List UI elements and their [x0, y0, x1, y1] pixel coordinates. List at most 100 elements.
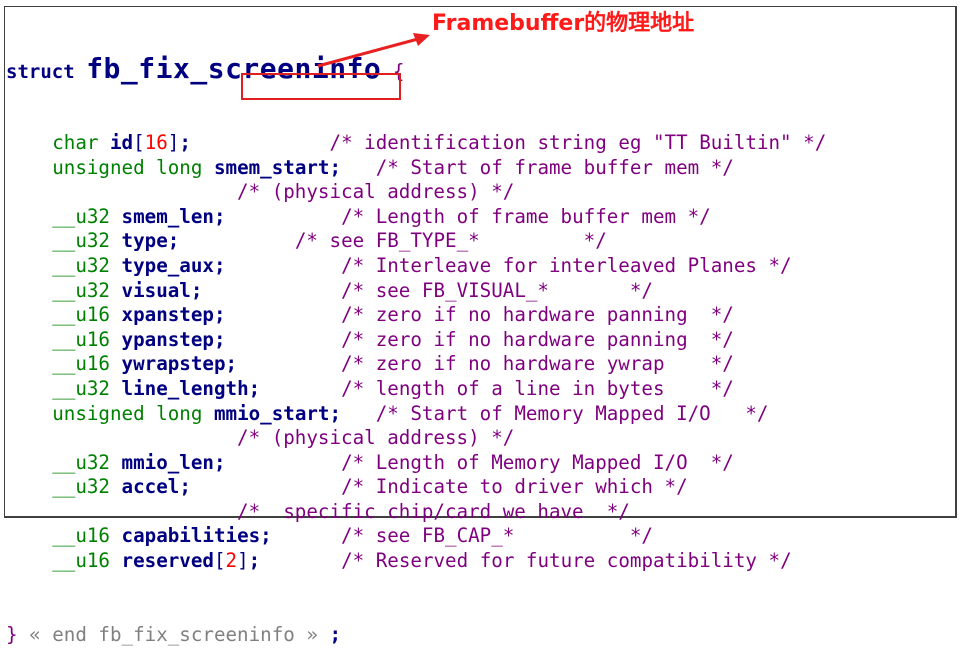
field-comment: /* zero if no hardware ywrap */ — [341, 352, 734, 376]
semicolon: ; — [190, 278, 203, 302]
semicolon: ; — [213, 327, 226, 351]
field-comment: /* identification string eg "TT Builtin"… — [329, 130, 827, 154]
semicolon: ; — [213, 253, 226, 277]
padding — [226, 328, 342, 351]
struct-keyword: struct — [6, 61, 75, 84]
array-size: 2 — [225, 549, 238, 573]
field-type: __u32 — [52, 475, 110, 499]
field-name: mmio_start — [213, 401, 330, 425]
array-size: 16 — [144, 130, 168, 154]
field-type: __u32 — [52, 253, 110, 277]
field-comment: /* see FB_CAP_* */ — [341, 524, 653, 548]
field-name: smem_len — [121, 204, 214, 228]
semicolon: ; — [225, 352, 238, 376]
semicolon: ; — [260, 524, 272, 548]
padding — [226, 205, 342, 228]
field-type: __u16 — [52, 352, 110, 376]
padding — [272, 524, 341, 547]
field-name: smem_start — [213, 155, 330, 179]
field-comment: /* see FB_TYPE_* */ — [294, 229, 607, 253]
semicolon: ; — [248, 549, 261, 573]
field-line-mmio-len: __u32 mmio_len; /* Length of Memory Mapp… — [6, 451, 826, 476]
field-name: type — [121, 229, 168, 253]
field-line-ypanstep: __u16 ypanstep; /* zero if no hardware p… — [6, 328, 826, 353]
field-comment: /* Indicate to driver which */ — [341, 475, 688, 499]
field-type: __u32 — [52, 204, 110, 228]
padding — [226, 254, 342, 277]
end-semicolon: ; — [329, 622, 342, 646]
field-name: visual — [121, 278, 191, 302]
padding — [341, 156, 376, 179]
field-type: __u32 — [52, 278, 110, 302]
comment-continuation-line: /* specific chip/card we have */ — [6, 500, 826, 525]
field-line-smem-start: unsigned long smem_start; /* Start of fr… — [6, 156, 826, 181]
field-line-line-length: __u32 line_length; /* length of a line i… — [6, 377, 826, 402]
field-name: accel — [121, 475, 180, 499]
field-name: ywrapstep — [121, 352, 226, 376]
struct-header-line: struct fb_fix_screeninfo { — [6, 55, 826, 84]
smem-start-highlight-box — [241, 73, 401, 100]
field-type: __u16 — [52, 549, 110, 573]
field-name: xpanstep — [121, 303, 214, 327]
field-name: ypanstep — [121, 327, 214, 351]
semicolon: ; — [179, 130, 191, 154]
comment-continuation-line: /* (physical address) */ — [6, 426, 826, 451]
field-name: id — [110, 130, 134, 154]
field-comment: /* Length of frame buffer mem */ — [341, 204, 711, 228]
field-type: unsigned long — [52, 401, 203, 425]
field-name: type_aux — [121, 253, 214, 277]
field-line-xpanstep: __u16 xpanstep; /* zero if no hardware p… — [6, 303, 826, 328]
field-comment: /* Reserved for future compatibility */ — [341, 549, 792, 573]
field-line-id: char id[16]; /* identification string eg… — [6, 131, 826, 156]
padding — [191, 131, 330, 154]
bracket-open: [ — [213, 549, 226, 573]
padding — [226, 303, 342, 326]
padding — [202, 279, 341, 302]
padding — [237, 352, 341, 375]
field-line-ywrapstep: __u16 ywrapstep; /* zero if no hardware … — [6, 352, 826, 377]
padding — [179, 229, 295, 252]
bracket-close: ] — [167, 130, 180, 154]
semicolon: ; — [213, 303, 226, 327]
field-comment: /* (physical address) */ — [237, 426, 515, 450]
field-type: char — [52, 130, 99, 154]
padding — [191, 475, 341, 498]
struct-fields: char id [16]; /* identification string eg… — [6, 131, 826, 574]
field-comment: /* Start of frame buffer mem */ — [375, 155, 734, 179]
semicolon: ; — [213, 450, 226, 474]
semicolon: ; — [329, 401, 342, 425]
field-type: __u32 — [52, 450, 110, 474]
field-name: line_length — [121, 376, 249, 400]
semicolon: ; — [213, 204, 226, 228]
field-type: __u16 — [52, 524, 110, 548]
semicolon: ; — [167, 229, 180, 253]
field-comment: /* (physical address) */ — [237, 180, 515, 204]
semicolon: ; — [248, 376, 261, 400]
field-comment: /* Start of Memory Mapped I/O */ — [375, 401, 769, 425]
close-brace: } — [6, 622, 18, 646]
field-type: __u16 — [52, 327, 110, 351]
field-type: __u32 — [52, 229, 110, 253]
code-block: struct fb_fix_screeninfo { char id[16]; … — [6, 8, 826, 672]
field-line-type: __u32 type; /* see FB_TYPE_* */ — [6, 229, 826, 254]
field-line-capabilities: __u16 capabilities; /* see FB_CAP_* */ — [6, 524, 826, 549]
comment-continuation-line: /* (physical address) */ — [6, 180, 826, 205]
field-name: reserved — [121, 549, 214, 573]
field-line-visual: __u32 visual; /* see FB_VISUAL_* */ — [6, 279, 826, 304]
field-comment: /* Length of Memory Mapped I/O */ — [341, 450, 734, 474]
